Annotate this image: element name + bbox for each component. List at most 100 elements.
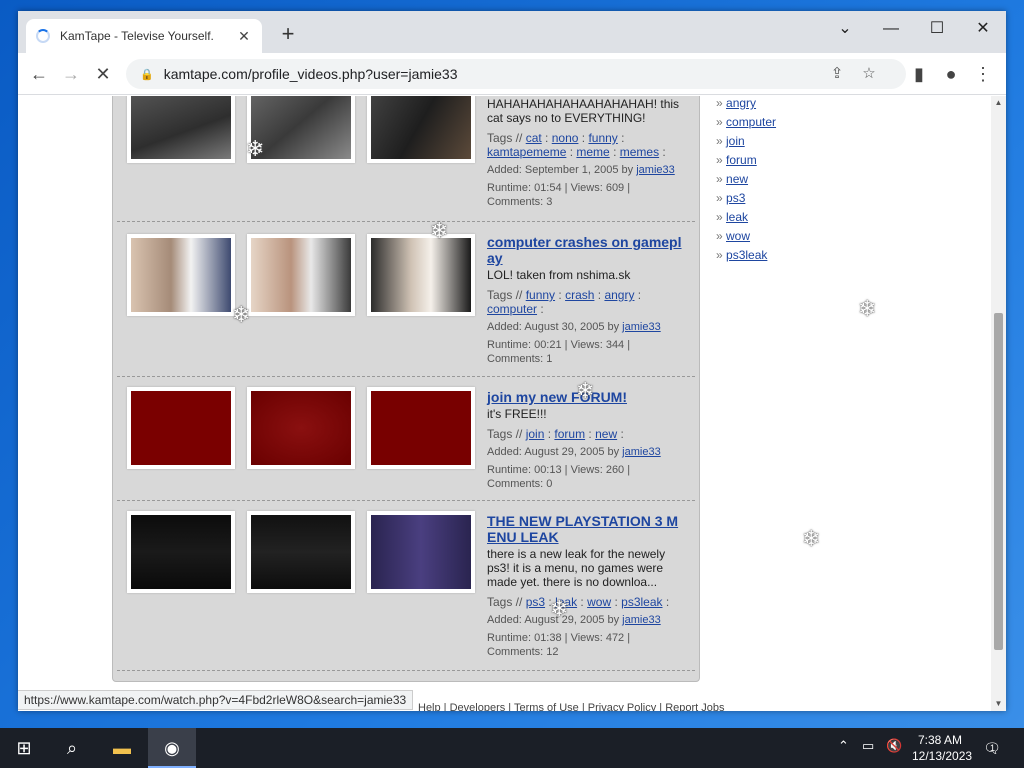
video-thumbnail[interactable] (127, 96, 235, 163)
address-bar[interactable]: 🔒 kamtape.com/profile_videos.php?user=ja… (126, 59, 906, 89)
scroll-up-icon[interactable]: ▲ (991, 96, 1006, 110)
tag-link[interactable]: wow (587, 595, 611, 609)
video-thumbnail[interactable] (247, 387, 355, 469)
maximize-icon[interactable]: ☐ (914, 15, 960, 43)
tag-link[interactable]: meme (576, 145, 609, 159)
side-tag-link[interactable]: wow (726, 229, 750, 243)
tag-link[interactable]: memes (620, 145, 659, 159)
windows-start-icon[interactable]: ⊞ (0, 728, 48, 768)
side-tag-link[interactable]: computer (726, 115, 776, 129)
user-link[interactable]: jamie33 (622, 614, 661, 626)
snowflake-icon: ❄ (858, 296, 877, 321)
minimize-icon[interactable]: — (868, 15, 914, 43)
browser-window: KamTape - Televise Yourself. ✕ + ⌄ — ☐ ✕… (18, 11, 1006, 711)
video-added: Added: August 30, 2005 by jamie33 (487, 320, 687, 334)
tab-strip: KamTape - Televise Yourself. ✕ + ⌄ — ☐ ✕ (18, 11, 1006, 53)
side-tag-item: » join (716, 134, 745, 148)
snowflake-icon: ❄ (430, 218, 449, 243)
chrome-icon[interactable]: ◉ (148, 728, 196, 768)
notification-icon[interactable]: 🗨 1 (980, 736, 1004, 760)
side-tag-link[interactable]: new (726, 172, 748, 186)
chevron-down-icon[interactable]: ⌄ (822, 15, 868, 43)
new-tab-icon[interactable]: + (278, 23, 298, 45)
video-thumbnail[interactable] (127, 387, 235, 469)
network-icon[interactable]: ▭ (862, 738, 874, 754)
side-tag-item: » leak (716, 210, 749, 224)
video-thumbnail[interactable] (127, 511, 235, 593)
close-icon[interactable]: ✕ (236, 28, 252, 45)
snowflake-icon: ❄ (232, 302, 251, 327)
snowflake-icon: ❄ (576, 378, 595, 403)
user-link[interactable]: jamie33 (622, 321, 661, 333)
volume-muted-icon[interactable]: 🔇 (886, 738, 902, 754)
added-text: Added: August 29, 2005 by (487, 446, 620, 458)
scroll-down-icon[interactable]: ▼ (991, 697, 1006, 711)
side-tag-link[interactable]: ps3 (726, 191, 745, 205)
scrollbar-thumb[interactable] (994, 313, 1003, 650)
tag-link[interactable]: ps3 (526, 595, 545, 609)
video-tags: Tags // ps3 : leak : wow : ps3leak : (487, 595, 670, 609)
video-added: Added: August 29, 2005 by jamie33 (487, 613, 687, 627)
tags-label: Tags // (487, 427, 523, 441)
video-thumbnail[interactable] (247, 511, 355, 593)
side-tag-link[interactable]: leak (726, 210, 748, 224)
side-tag-link[interactable]: ps3leak (726, 248, 767, 262)
video-stats: Runtime: 00:21 | Views: 344 | Comments: … (487, 339, 631, 365)
tag-link[interactable]: cat (526, 131, 542, 145)
video-thumbnail[interactable] (127, 234, 235, 316)
search-icon[interactable]: ⌕ (48, 728, 96, 768)
tag-link[interactable]: join (526, 427, 545, 441)
tag-link[interactable]: crash (565, 288, 594, 302)
tab-kamtape[interactable]: KamTape - Televise Yourself. ✕ (26, 19, 262, 53)
vertical-scrollbar[interactable]: ▲ ▼ (991, 96, 1006, 711)
tag-link[interactable]: kamtapememe (487, 145, 566, 159)
menu-kebab-icon[interactable]: ⋮ (970, 62, 996, 86)
forward-arrow-icon[interactable]: → (58, 62, 84, 86)
video-info: computer crashes on gameplay LOL! taken … (487, 234, 687, 366)
profile-avatar-icon[interactable]: ● (938, 62, 964, 86)
side-tag-link[interactable]: join (726, 134, 745, 148)
user-link[interactable]: jamie33 (622, 446, 661, 458)
tag-link[interactable]: new (595, 427, 617, 441)
tag-link[interactable]: angry (604, 288, 634, 302)
chevron-up-icon[interactable]: ⌃ (838, 738, 849, 754)
tag-link[interactable]: nono (552, 131, 579, 145)
side-tag-link[interactable]: angry (726, 96, 756, 110)
share-icon[interactable]: ⇪ (826, 64, 848, 84)
side-tag-link[interactable]: forum (726, 153, 757, 167)
footer-links[interactable]: Help | Developers | Terms of Use | Priva… (418, 702, 725, 711)
video-thumbnail[interactable] (367, 234, 475, 316)
video-thumbnail[interactable] (247, 234, 355, 316)
video-title-link[interactable]: computer crashes on gameplay (487, 234, 687, 266)
video-thumbnail[interactable] (367, 387, 475, 469)
side-tag-item: » forum (716, 153, 757, 167)
tag-link[interactable]: funny (588, 131, 617, 145)
video-added: Added: August 29, 2005 by jamie33 (487, 445, 687, 459)
snowflake-icon: ❄ (550, 596, 569, 621)
star-icon[interactable]: ☆ (858, 64, 880, 84)
file-explorer-icon[interactable]: ▬ (98, 728, 146, 768)
window-close-icon[interactable]: ✕ (960, 15, 1006, 43)
tag-link[interactable]: ps3leak (621, 595, 662, 609)
tags-label: Tags // (487, 131, 523, 145)
video-title-link[interactable]: THE NEW PLAYSTATION 3 MENU LEAK (487, 513, 687, 545)
video-thumbnail[interactable] (367, 511, 475, 593)
tag-link[interactable]: forum (554, 427, 585, 441)
video-description: it's FREE!!! (487, 407, 547, 421)
video-info: THE NEW PLAYSTATION 3 MENU LEAK there is… (487, 513, 687, 659)
side-tag-item: » ps3 (716, 191, 746, 205)
back-arrow-icon[interactable]: ← (26, 62, 52, 86)
tag-link[interactable]: funny (526, 288, 555, 302)
video-info: HAHAHAHAHAHAAHAHAHAH! this cat says no t… (487, 96, 687, 209)
video-thumbnail[interactable] (367, 96, 475, 163)
side-panel-icon[interactable]: ▮ (906, 62, 932, 86)
stop-loading-icon[interactable]: ✕ (90, 62, 116, 86)
notification-count: 1 (990, 743, 996, 753)
user-link[interactable]: jamie33 (636, 164, 675, 176)
video-row: HAHAHAHAHAHAAHAHAHAH! this cat says no t… (117, 96, 695, 222)
video-description: there is a new leak for the newely ps3! … (487, 547, 666, 589)
browser-toolbar: ← → ✕ 🔒 kamtape.com/profile_videos.php?u… (18, 53, 1006, 95)
status-bar: https://www.kamtape.com/watch.php?v=4Fbd… (18, 690, 414, 710)
tag-link[interactable]: computer (487, 302, 537, 316)
system-clock[interactable]: 7:38 AM 12/13/2023 (912, 732, 972, 764)
